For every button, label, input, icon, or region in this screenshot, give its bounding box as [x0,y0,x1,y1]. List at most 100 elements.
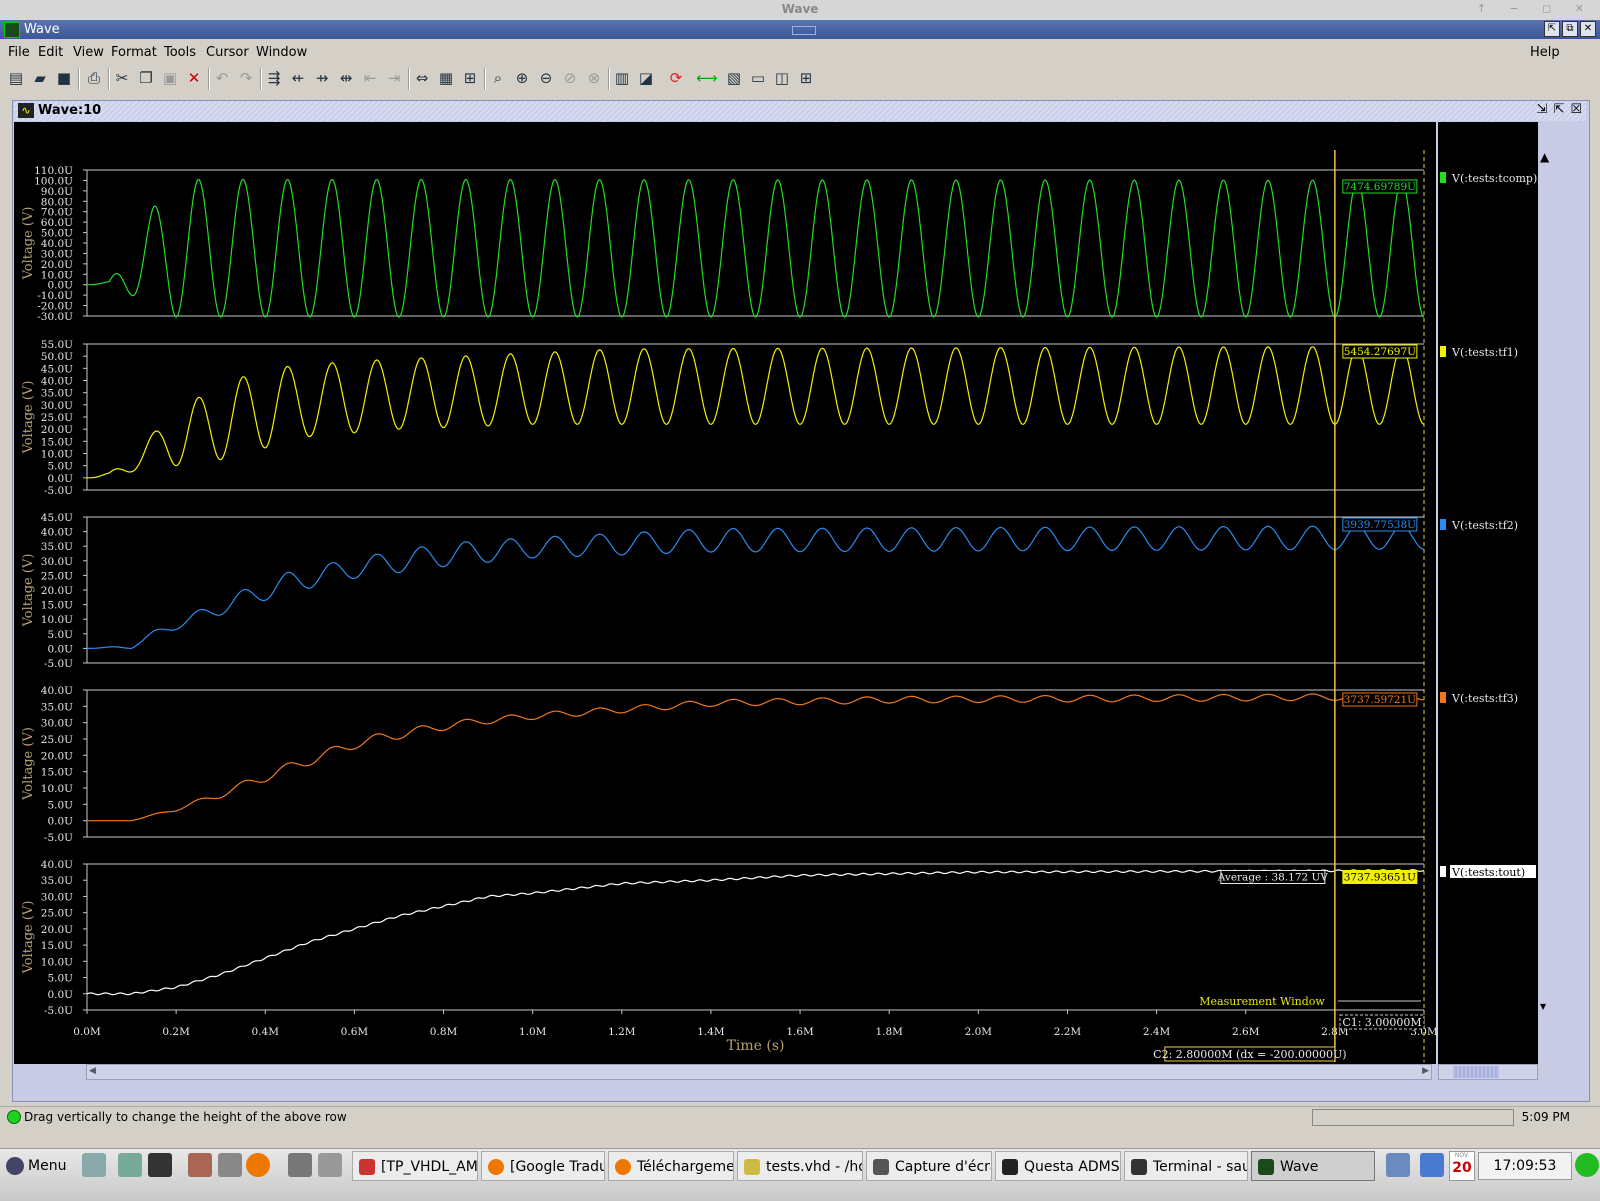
task-downloads[interactable]: Téléchargeme... [608,1151,734,1181]
maximize-icon[interactable]: ⧉ [1562,21,1578,37]
screenshot-icon[interactable] [118,1153,142,1177]
status-message: Drag vertically to change the height of … [24,1110,347,1124]
y-tick-label: 20.0U [41,424,73,436]
calendar-icon[interactable]: NOV. 20 [1449,1151,1475,1181]
app-window-controls: ⇱ ⧉ ✕ [1544,21,1596,37]
terminal-launcher-icon[interactable] [148,1153,172,1177]
menu-window[interactable]: Window [256,45,307,60]
waveform-chart[interactable]: 110.0U100.0U90.0U80.0U70.0U60.0U50.0U40.… [14,122,1438,1064]
zoom-in-icon[interactable]: ⊕ [512,68,532,88]
y-tick-label: 10.0U [41,449,73,461]
undo-icon[interactable]: ↶ [212,68,232,88]
vertical-scrollbar[interactable]: ▲ ▼ [1538,140,1554,1020]
paste-icon[interactable]: ▣ [160,68,180,88]
delete-icon[interactable]: ✕ [184,68,204,88]
cut-icon[interactable]: ✂ [112,68,132,88]
legend-label-tout: V(:tests:tout) [1451,866,1525,879]
plot-area[interactable]: 110.0U 100.0U 90.0U 80.0U 70.0U 60.0U 50.0U 40.… [14,122,1438,1064]
legend-swatch-tout [1440,866,1446,877]
legend-scrollbar[interactable] [1438,1064,1538,1080]
undock-icon[interactable]: ⇱ [1544,21,1560,37]
firefox-icon[interactable] [246,1153,270,1177]
measure-icon[interactable]: ◪ [636,68,656,88]
close-panel-icon[interactable]: ☒ [1570,102,1582,117]
os-window-controls[interactable]: ↑ − ◻ ✕ [1477,2,1594,15]
zoom-out-icon[interactable]: ⊖ [536,68,556,88]
add-wave-icon[interactable]: ⇶ [264,68,284,88]
start-menu-button[interactable]: Menu [6,1153,66,1179]
titlebar-grip[interactable] [792,26,816,35]
y-tick-label: 25.0U [41,412,73,424]
x-tick-label: 0.6M [341,1026,369,1038]
save-icon[interactable]: ■ [54,68,74,88]
wave-group-icon[interactable]: ⇸ [312,68,332,88]
zoom-prev-icon[interactable]: ⊘ [560,68,580,88]
fit-width-icon[interactable]: ⟷ [696,68,718,88]
dock-panel-icon[interactable]: ⇱ [1553,102,1564,117]
y-tick-label: 15.0U [41,940,73,952]
statusbar: Drag vertically to change the height of … [0,1106,1600,1127]
new-icon[interactable]: ▤ [6,68,26,88]
task-terminal[interactable]: Terminal - sau... [1124,1151,1248,1181]
menu-edit[interactable]: Edit [38,45,63,60]
refresh-icon[interactable]: ⟳ [666,68,686,88]
desktop-icon[interactable] [1386,1153,1410,1177]
cascade-icon[interactable]: ▧ [724,68,744,88]
move-right-icon[interactable]: ⇥ [384,68,404,88]
print-icon[interactable]: ⎙ [84,68,104,88]
task-pdf[interactable]: [TP_VHDL_AMS... [352,1151,478,1181]
task-translate[interactable]: [Google Tradu... [481,1151,605,1181]
menu-cursor[interactable]: Cursor [206,45,249,60]
legend-scroll-thumb[interactable] [1453,1066,1499,1078]
remove-wave-icon[interactable]: ⇷ [288,68,308,88]
app-titlebar[interactable]: Wave ⇱ ⧉ ✕ [0,20,1600,39]
editor-icon [744,1159,760,1175]
close-icon[interactable]: ✕ [1580,21,1596,37]
grid-icon[interactable]: ▦ [436,68,456,88]
task-editor[interactable]: tests.vhd - /ho... [737,1151,863,1181]
redo-icon[interactable]: ↷ [236,68,256,88]
task-screenshot[interactable]: Capture d'écran [866,1151,992,1181]
menu-tools[interactable]: Tools [164,45,196,60]
y-tick-label: 15.0U [41,767,73,779]
clock[interactable]: 17:09:53 [1478,1152,1572,1180]
scroll-left-icon[interactable]: ◀ [89,1066,96,1076]
scroll-up-icon[interactable]: ▲ [1540,150,1550,164]
search-icon[interactable] [82,1153,106,1177]
calculator-icon[interactable]: ▥ [612,68,632,88]
copy-icon[interactable]: ❐ [136,68,156,88]
x-tick-label: 2.4M [1143,1026,1171,1038]
tile-grid-icon[interactable]: ⊞ [796,68,816,88]
tile-horizontal-icon[interactable]: ▭ [748,68,768,88]
open-folder-icon[interactable]: ▰ [30,68,50,88]
menu-help[interactable]: Help [1530,45,1560,60]
horizontal-scrollbar[interactable]: ◀ ▶ [86,1064,1432,1080]
scroll-right-icon[interactable]: ▶ [1422,1066,1429,1076]
split-icon[interactable]: ⇔ [412,68,432,88]
scroll-down-icon[interactable]: ▼ [1540,1002,1550,1011]
zoom-fit-icon[interactable]: ⌕ [488,68,508,88]
x-tick-label: 0.2M [162,1026,190,1038]
zoom-next-icon[interactable]: ⊗ [584,68,604,88]
wave-panel-header[interactable]: ∿ Wave:10 ⇲ ⇱ ☒ [14,101,1586,121]
start-menu-label: Menu [28,1158,67,1174]
tools-icon[interactable] [188,1153,212,1177]
os-titlebar[interactable]: Wave ↑ − ◻ ✕ [0,0,1600,21]
undock-panel-icon[interactable]: ⇲ [1537,102,1548,117]
y-tick-label: 5.0U [47,973,73,985]
menu-format[interactable]: Format [111,45,157,60]
usb-icon[interactable] [318,1153,342,1177]
update-icon[interactable] [1575,1153,1599,1177]
tile-vertical-icon[interactable]: ◫ [772,68,792,88]
move-left-icon[interactable]: ⇤ [360,68,380,88]
wave-ungroup-icon[interactable]: ⇹ [336,68,356,88]
task-wave[interactable]: Wave [1251,1151,1375,1181]
network-icon[interactable] [1420,1153,1444,1177]
wave-panel-title: Wave:10 [38,103,102,118]
menu-file[interactable]: File [8,45,30,60]
files-icon[interactable] [218,1153,242,1177]
task-questa[interactable]: Questa ADMS ... [995,1151,1121,1181]
cursor-mode-icon[interactable]: ⊞ [460,68,480,88]
calculator-launcher-icon[interactable] [288,1153,312,1177]
menu-view[interactable]: View [73,45,104,60]
